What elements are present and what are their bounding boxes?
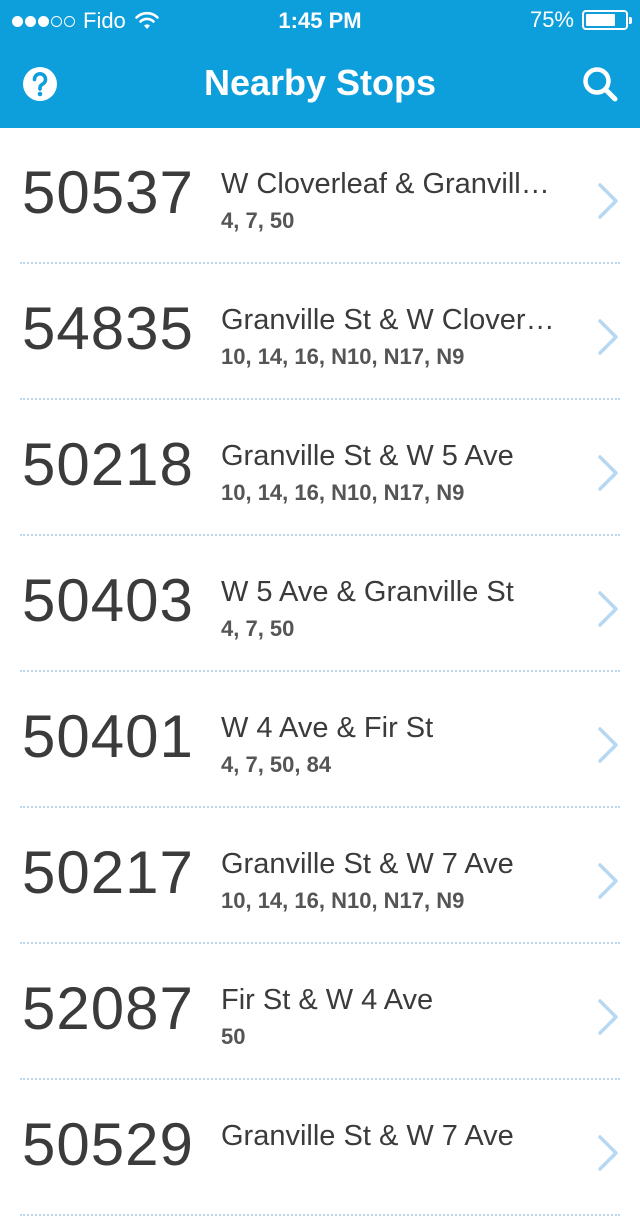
stop-row[interactable]: 50537 W Cloverleaf & Granvill… 4, 7, 50 xyxy=(0,128,640,264)
stop-routes: 50 xyxy=(221,1024,246,1049)
stop-name: W 4 Ave & Fir St xyxy=(221,712,434,744)
chevron-right-icon[interactable] xyxy=(596,318,620,356)
stop-row[interactable]: 52087 Fir St & W 4 Ave 50 xyxy=(0,944,640,1080)
stop-name: Granville St & W Clover… xyxy=(221,304,555,336)
chevron-right-icon[interactable] xyxy=(596,862,620,900)
stop-name: W 5 Ave & Granville St xyxy=(221,576,514,608)
stop-routes: 4, 7, 50 xyxy=(221,208,295,233)
status-right: 75% xyxy=(529,7,632,33)
stop-number: 50218 xyxy=(22,431,194,498)
stop-name: Granville St & W 7 Ave xyxy=(221,1120,514,1152)
stop-number: 54835 xyxy=(22,295,194,362)
battery-icon xyxy=(582,10,632,30)
status-bar: Fido 1:45 PM 75% xyxy=(0,0,640,40)
stop-number: 52087 xyxy=(22,975,194,1042)
stop-number: 50529 xyxy=(22,1111,194,1178)
chevron-right-icon[interactable] xyxy=(596,454,620,492)
nearby-stops-list: 50537 W Cloverleaf & Granvill… 4, 7, 50 548… xyxy=(0,128,640,1216)
battery-fill xyxy=(586,14,615,26)
stop-number: 50537 xyxy=(22,159,194,226)
chevron-right-icon[interactable] xyxy=(596,998,620,1036)
stop-name: Fir St & W 4 Ave xyxy=(221,984,434,1016)
page-title: Nearby Stops xyxy=(203,62,437,103)
stop-row[interactable]: 50217 Granville St & W 7 Ave 10, 14, 16, N… xyxy=(0,808,640,944)
stop-routes: 10, 14, 16, N10, N17, N9 xyxy=(221,344,465,369)
stop-routes: 10, 14, 16, N10, N17, N9 xyxy=(221,480,465,505)
battery-percentage: 75% xyxy=(529,7,574,32)
stop-name: Granville St & W 5 Ave xyxy=(221,440,514,472)
stop-number: 50217 xyxy=(22,839,194,906)
chevron-right-icon[interactable] xyxy=(596,182,620,220)
chevron-right-icon[interactable] xyxy=(596,590,620,628)
stop-name: Granville St & W 7 Ave xyxy=(221,848,514,880)
nav-bar: Nearby Stops xyxy=(0,40,640,128)
app-header: Fido 1:45 PM 75% Nearby Stops xyxy=(0,0,640,128)
chevron-right-icon[interactable] xyxy=(596,1134,620,1172)
chevron-right-icon[interactable] xyxy=(596,726,620,764)
stop-number: 50403 xyxy=(22,567,194,634)
stop-routes: 4, 7, 50 xyxy=(221,616,295,641)
stop-number: 50401 xyxy=(22,703,194,770)
search-icon[interactable] xyxy=(580,64,620,104)
stop-row[interactable]: 50401 W 4 Ave & Fir St 4, 7, 50, 84 xyxy=(0,672,640,808)
stop-row[interactable]: 50218 Granville St & W 5 Ave 10, 14, 16, N… xyxy=(0,400,640,536)
stop-routes: 4, 7, 50, 84 xyxy=(221,752,332,777)
stop-row[interactable]: 50529 Granville St & W 7 Ave xyxy=(0,1080,640,1216)
stop-row[interactable]: 54835 Granville St & W Clover… 10, 14, 16,… xyxy=(0,264,640,400)
stop-row[interactable]: 50403 W 5 Ave & Granville St 4, 7, 50 xyxy=(0,536,640,672)
battery-tip xyxy=(629,17,632,24)
stop-routes: 10, 14, 16, N10, N17, N9 xyxy=(221,888,465,913)
stop-name: W Cloverleaf & Granvill… xyxy=(221,168,550,200)
